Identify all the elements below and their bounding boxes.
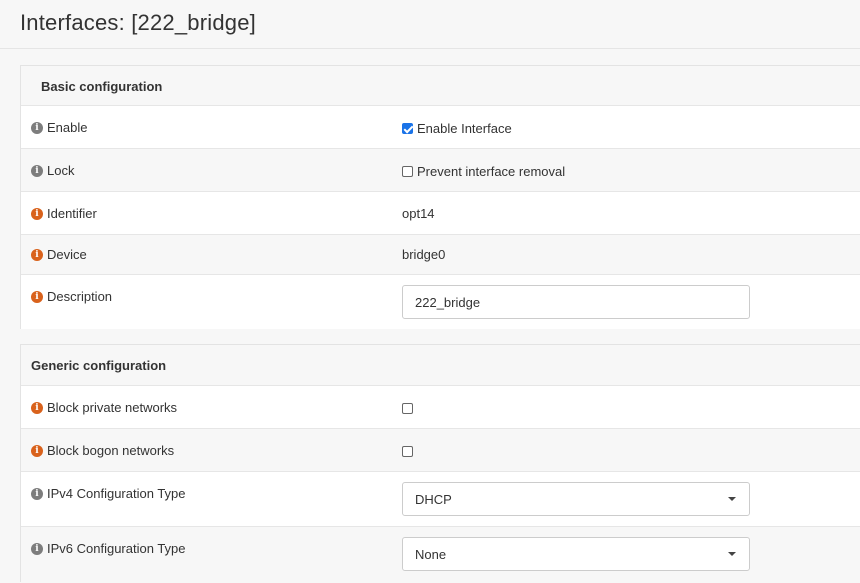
- checkbox-unchecked-icon[interactable]: [402, 403, 413, 414]
- row-enable: i Enable Enable Interface: [21, 106, 860, 149]
- ipv4-type-select[interactable]: DHCP: [402, 482, 750, 516]
- block-private-label: i Block private networks: [31, 400, 177, 415]
- enable-label: i Enable: [31, 120, 87, 135]
- info-icon[interactable]: i: [31, 444, 43, 457]
- info-icon[interactable]: i: [31, 401, 43, 414]
- identifier-label: i Identifier: [31, 206, 97, 221]
- block-private-checkbox[interactable]: [402, 401, 417, 416]
- row-block-private: i Block private networks: [21, 386, 860, 429]
- enable-interface-checkbox[interactable]: Enable Interface: [402, 121, 512, 136]
- identifier-value: opt14: [402, 206, 435, 221]
- checkbox-unchecked-icon[interactable]: [402, 166, 413, 177]
- ipv6-type-selected: None: [415, 547, 447, 562]
- row-description: i Description: [21, 275, 860, 329]
- info-icon[interactable]: i: [31, 207, 43, 220]
- prevent-removal-checkbox[interactable]: Prevent interface removal: [402, 164, 565, 179]
- info-icon[interactable]: i: [31, 542, 43, 555]
- info-icon[interactable]: i: [31, 164, 43, 177]
- row-block-bogon: i Block bogon networks: [21, 429, 860, 472]
- enable-interface-checkbox-label[interactable]: Enable Interface: [417, 121, 512, 136]
- lock-label-text: Lock: [47, 163, 75, 178]
- block-private-label-text: Block private networks: [47, 400, 178, 415]
- ipv4-type-label-text: IPv4 Configuration Type: [47, 486, 186, 501]
- info-icon[interactable]: i: [31, 248, 43, 261]
- lock-label: i Lock: [31, 163, 74, 178]
- checkbox-unchecked-icon[interactable]: [402, 446, 413, 457]
- caret-down-icon: [728, 552, 736, 556]
- row-ipv4-type: i IPv4 Configuration Type DHCP: [21, 472, 860, 527]
- device-value: bridge0: [402, 247, 446, 262]
- description-input[interactable]: [402, 285, 750, 319]
- page-title: Interfaces: [222_bridge]: [20, 10, 256, 35]
- block-bogon-label-text: Block bogon networks: [47, 443, 175, 458]
- section-heading-generic: Generic configuration: [21, 345, 860, 386]
- device-label: i Device: [31, 247, 87, 262]
- ipv4-type-label: i IPv4 Configuration Type: [31, 486, 186, 501]
- ipv6-type-label-text: IPv6 Configuration Type: [47, 541, 186, 556]
- page-header: Interfaces: [222_bridge]: [0, 0, 860, 49]
- row-identifier: i Identifier opt14: [21, 192, 860, 235]
- section-heading-basic: Basic configuration: [21, 66, 860, 106]
- basic-configuration-panel: Basic configuration i Enable Enable Inte…: [20, 65, 860, 329]
- device-label-text: Device: [47, 247, 87, 262]
- ipv4-type-selected: DHCP: [415, 492, 452, 507]
- block-bogon-checkbox[interactable]: [402, 444, 417, 459]
- description-label: i Description: [31, 289, 112, 304]
- row-lock: i Lock Prevent interface removal: [21, 149, 860, 192]
- row-ipv6-type: i IPv6 Configuration Type None: [21, 527, 860, 583]
- block-bogon-label: i Block bogon networks: [31, 443, 174, 458]
- section-heading-generic-text: Generic configuration: [31, 358, 167, 373]
- description-label-text: Description: [47, 289, 113, 304]
- identifier-label-text: Identifier: [47, 206, 97, 221]
- generic-configuration-panel: Generic configuration i Block private ne…: [20, 344, 860, 583]
- info-icon[interactable]: i: [31, 290, 43, 303]
- info-icon[interactable]: i: [31, 487, 43, 500]
- prevent-removal-checkbox-label[interactable]: Prevent interface removal: [417, 164, 565, 179]
- caret-down-icon: [728, 497, 736, 501]
- info-icon[interactable]: i: [31, 121, 43, 134]
- row-device: i Device bridge0: [21, 235, 860, 275]
- ipv6-type-select[interactable]: None: [402, 537, 750, 571]
- ipv6-type-label: i IPv6 Configuration Type: [31, 541, 186, 556]
- checkbox-checked-icon[interactable]: [402, 123, 413, 134]
- section-heading-basic-text: Basic configuration: [41, 79, 163, 94]
- enable-label-text: Enable: [47, 120, 88, 135]
